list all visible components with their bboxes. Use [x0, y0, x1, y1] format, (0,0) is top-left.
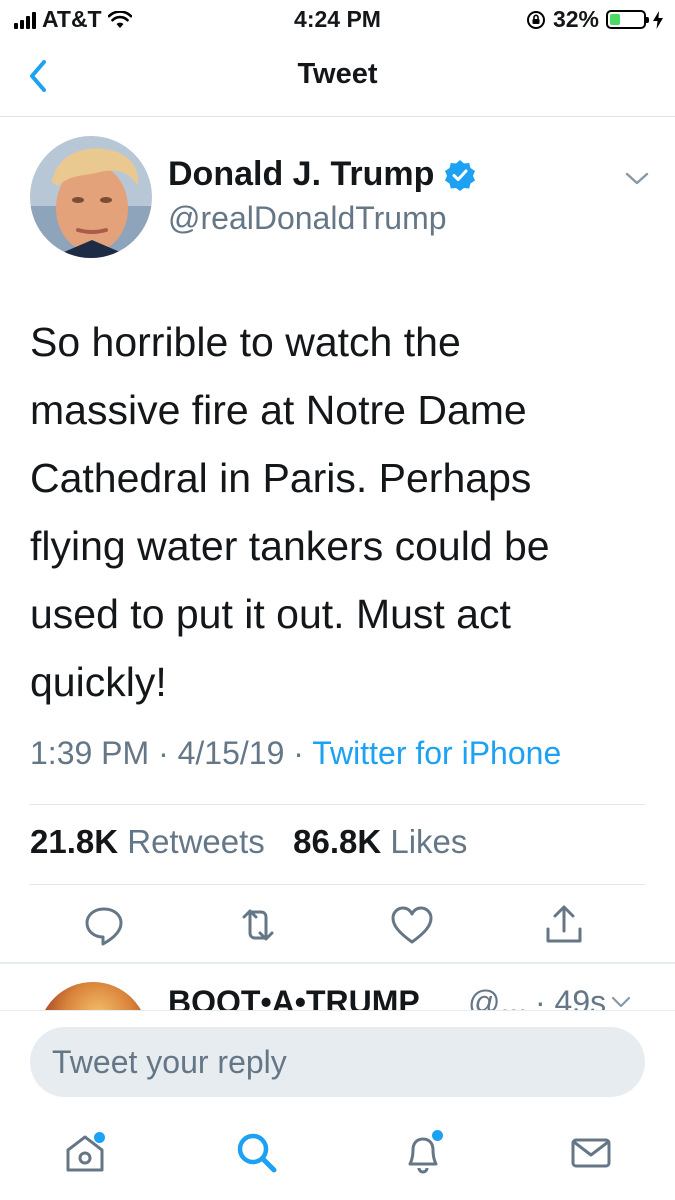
verified-badge-icon [445, 159, 476, 191]
chevron-down-icon[interactable] [624, 168, 650, 188]
tweet-actions [0, 895, 675, 955]
likes-label: Likes [390, 823, 468, 860]
retweets-label: Retweets [127, 823, 265, 860]
likes-count: 86.8K [293, 823, 382, 860]
tab-bar [0, 1110, 675, 1200]
status-bar: AT&T 4:24 PM 32% [0, 0, 675, 40]
home-notification-dot [94, 1132, 105, 1143]
author-handle[interactable]: @realDonaldTrump [168, 200, 447, 237]
likes-stat[interactable]: 86.8K Likes [293, 823, 467, 860]
author-name[interactable]: Donald J. Trump [168, 155, 434, 194]
author-avatar[interactable] [30, 136, 152, 258]
author-name-row[interactable]: Donald J. Trump [168, 155, 476, 194]
avatar-image [30, 136, 152, 258]
share-icon[interactable] [540, 901, 588, 949]
battery-percent: 32% [552, 6, 599, 32]
charging-icon [653, 10, 663, 29]
nav-bar: Tweet [0, 40, 675, 117]
reply-author-name: BOOT•A•TRUMP [168, 984, 420, 1010]
divider [30, 884, 645, 885]
divider [30, 804, 645, 805]
tab-search[interactable] [232, 1128, 282, 1178]
tweet-meta: 1:39 PM · 4/15/19 · Twitter for iPhone [30, 735, 561, 772]
tweet-timestamp: 1:39 PM · 4/15/19 · [30, 735, 313, 771]
tweet-source-link[interactable]: Twitter for iPhone [312, 735, 561, 771]
tab-home[interactable] [60, 1128, 110, 1178]
messages-icon [571, 1138, 611, 1168]
retweets-stat[interactable]: 21.8K Retweets [30, 823, 265, 860]
reply-icon[interactable] [80, 901, 128, 949]
retweets-count: 21.8K [30, 823, 119, 860]
search-icon [237, 1133, 277, 1173]
like-icon[interactable] [388, 901, 436, 949]
orientation-lock-icon [526, 10, 545, 29]
tweet-text: So horrible to watch the massive fire at… [30, 319, 550, 705]
reply-time: · 49s [535, 984, 607, 1010]
tweet-stats: 21.8K Retweets 86.8K Likes [30, 823, 467, 861]
chevron-down-icon[interactable] [610, 994, 632, 1010]
reply-avatar[interactable] [38, 982, 148, 1010]
reply-placeholder: Tweet your reply [52, 1043, 287, 1080]
retweet-icon[interactable] [234, 901, 282, 949]
reply-input[interactable]: Tweet your reply [30, 1027, 645, 1097]
notifications-dot [432, 1130, 443, 1141]
page-title: Tweet [297, 58, 378, 90]
reply-author-handle: @... [468, 984, 528, 1010]
reply-preview[interactable]: BOOT•A•TRUMP @... · 49s [0, 964, 675, 1010]
reply-composer: Tweet your reply [0, 1010, 675, 1111]
battery-group: 32% [526, 6, 663, 33]
battery-fill [610, 14, 620, 25]
tab-notifications[interactable] [398, 1128, 448, 1178]
tab-messages[interactable] [566, 1128, 616, 1178]
battery-icon [606, 10, 649, 29]
